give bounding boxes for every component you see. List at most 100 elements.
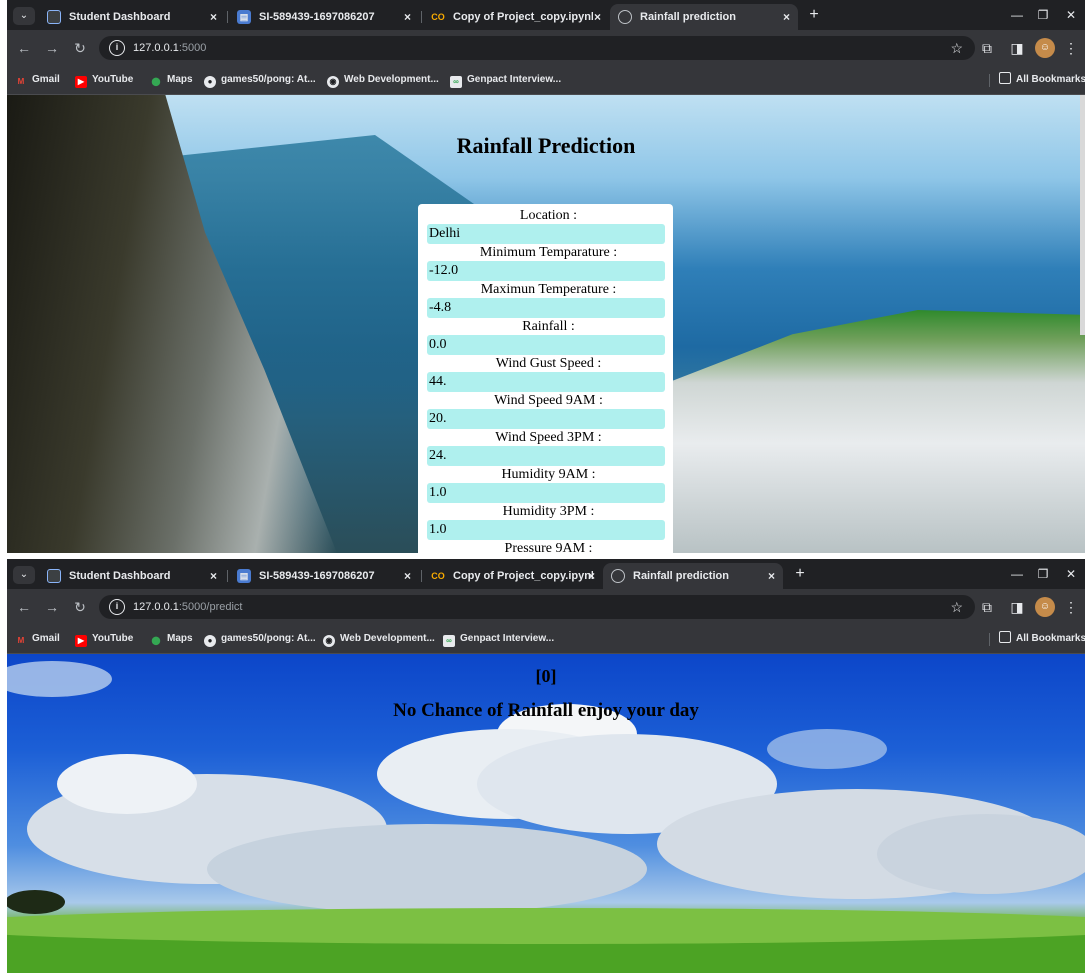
wind-speed-9am-label: Wind Speed 9AM : [494,393,603,408]
forward-arrow-icon[interactable]: → [43,39,61,57]
close-icon[interactable]: × [210,4,217,30]
bookmark-gmail[interactable]: M Gmail [15,66,60,94]
wind-gust-speed-input[interactable]: 44. [427,372,665,392]
rainfall-input[interactable]: 0.0 [427,335,665,355]
bookmarks-separator [989,633,990,646]
page-title: Rainfall Prediction [456,133,636,158]
tab-separator [227,570,228,582]
bookmark-label: Genpact Interview... [460,633,555,644]
back-arrow-icon[interactable]: ← [15,598,33,616]
reload-icon[interactable]: ↻ [71,39,89,57]
tab-label: Rainfall prediction [640,11,736,23]
reload-icon[interactable]: ↻ [71,598,89,616]
all-bookmarks-button[interactable]: All Bookmarks [999,66,1085,94]
tab-separator [421,570,422,582]
youtube-icon: ▶ [75,635,87,647]
close-icon[interactable]: × [768,563,775,589]
tab-student-dashboard[interactable]: Student Dashboard × [39,563,225,589]
globe-favicon-icon [618,10,632,24]
bookmark-web-development[interactable]: ◉ Web Development... [327,66,439,94]
bookmark-label: YouTube [92,633,134,644]
close-icon[interactable]: × [594,4,601,30]
bookmark-star-icon[interactable]: ☆ [950,595,963,619]
humidity-3pm-input[interactable]: 1.0 [427,520,665,540]
min-temp-input[interactable]: -12.0 [427,261,665,281]
side-panel-icon[interactable]: ◨ [1007,38,1027,58]
close-icon[interactable]: × [783,4,790,30]
scrollbar[interactable] [1080,95,1085,335]
forward-arrow-icon[interactable]: → [43,598,61,616]
new-tab-button[interactable]: + [803,4,825,26]
restore-icon[interactable]: ❐ [1031,5,1055,25]
address-bar[interactable]: i 127.0.0.1:5000 ☆ [99,36,975,60]
profile-avatar[interactable]: ☺ [1035,597,1055,617]
site-info-icon[interactable]: i [109,599,125,615]
tab-colab-project[interactable]: CO Copy of Project_copy.ipynb - C × [423,4,609,30]
minimize-icon[interactable]: — [1005,564,1029,584]
all-bookmarks-button[interactable]: All Bookmarks [999,625,1085,653]
wind-speed-3pm-input[interactable]: 24. [427,446,665,466]
url-text[interactable]: 127.0.0.1:5000 [133,36,206,60]
bookmark-maps[interactable]: ⬤ Maps [150,66,193,94]
url-path: :5000 [178,42,207,54]
bookmark-label: All Bookmarks [1016,633,1085,644]
profile-avatar[interactable]: ☺ [1035,38,1055,58]
tab-student-dashboard[interactable]: Student Dashboard × [39,4,225,30]
extensions-icon[interactable]: ⧉ [977,597,997,617]
bookmark-github-pong[interactable]: ● games50/pong: At... [204,66,316,94]
tab-label: Rainfall prediction [633,570,729,582]
tab-si-589439[interactable]: ▤ SI-589439-1697086207 × [229,4,419,30]
new-tab-button[interactable]: + [789,563,811,585]
browser-window-form: ⌄ Student Dashboard × ▤ SI-589439-169708… [7,0,1085,553]
tab-label: Copy of Project_copy.ipynb - C [453,11,593,23]
tab-rainfall-prediction[interactable]: Rainfall prediction × [610,4,798,30]
bookmark-gmail[interactable]: M Gmail [15,625,60,653]
tab-rainfall-prediction[interactable]: Rainfall prediction × [603,563,783,589]
globe-favicon-icon [611,569,625,583]
tab-search-button[interactable]: ⌄ [13,7,35,25]
globe-icon: ◉ [323,635,335,647]
window-close-icon[interactable]: ✕ [1059,5,1083,25]
side-panel-icon[interactable]: ◨ [1007,597,1027,617]
window-close-icon[interactable]: ✕ [1059,564,1083,584]
bookmarks-bar: M Gmail ▶ YouTube ⬤ Maps ● games50/pong: At.… [7,625,1085,654]
bookmark-youtube[interactable]: ▶ YouTube [75,66,133,94]
bookmark-genpact[interactable]: ∞ Genpact Interview... [450,66,561,94]
bookmark-github-pong[interactable]: ● games50/pong: At... [204,625,316,653]
tab-label: SI-589439-1697086207 [259,11,375,23]
tab-si-589439[interactable]: ▤ SI-589439-1697086207 × [229,563,419,589]
tab-strip: ⌄ Student Dashboard × ▤ SI-589439-169708… [7,0,1085,30]
humidity-9am-input[interactable]: 1.0 [427,483,665,503]
bookmark-label: Maps [167,633,193,644]
bookmark-maps[interactable]: ⬤ Maps [150,625,193,653]
max-temp-input[interactable]: -4.8 [427,298,665,318]
document-favicon-icon: ▤ [237,10,251,24]
bookmark-genpact[interactable]: ∞ Genpact Interview... [443,625,554,653]
bookmark-youtube[interactable]: ▶ YouTube [75,625,133,653]
minimize-icon[interactable]: — [1005,5,1029,25]
tab-search-button[interactable]: ⌄ [13,566,35,584]
bookmark-label: Web Development... [344,74,439,85]
back-arrow-icon[interactable]: ← [15,39,33,57]
close-icon[interactable]: × [404,4,411,30]
bookmark-label: Genpact Interview... [467,74,562,85]
site-info-icon[interactable]: i [109,40,125,56]
address-bar[interactable]: i 127.0.0.1:5000/predict ☆ [99,595,975,619]
location-input[interactable]: Delhi [427,224,665,244]
tab-separator [227,11,228,23]
more-menu-icon[interactable]: ⋮ [1061,38,1081,58]
extensions-icon[interactable]: ⧉ [977,38,997,58]
bookmark-star-icon[interactable]: ☆ [950,36,963,60]
bookmark-web-development[interactable]: ◉ Web Development... [323,625,435,653]
wind-gust-speed-label: Wind Gust Speed : [495,356,602,371]
chevron-down-icon: ⌄ [19,569,29,580]
close-icon[interactable]: × [588,563,595,589]
wind-speed-9am-input[interactable]: 20. [427,409,665,429]
tab-colab-project[interactable]: CO Copy of Project_copy.ipynb - C × [423,563,603,589]
browser-toolbar: ← → ↻ i 127.0.0.1:5000/predict ☆ ⧉ ◨ ☺ ⋮ [7,589,1085,625]
url-text[interactable]: 127.0.0.1:5000/predict [133,595,242,619]
close-icon[interactable]: × [404,563,411,589]
restore-icon[interactable]: ❐ [1031,564,1055,584]
close-icon[interactable]: × [210,563,217,589]
more-menu-icon[interactable]: ⋮ [1061,597,1081,617]
